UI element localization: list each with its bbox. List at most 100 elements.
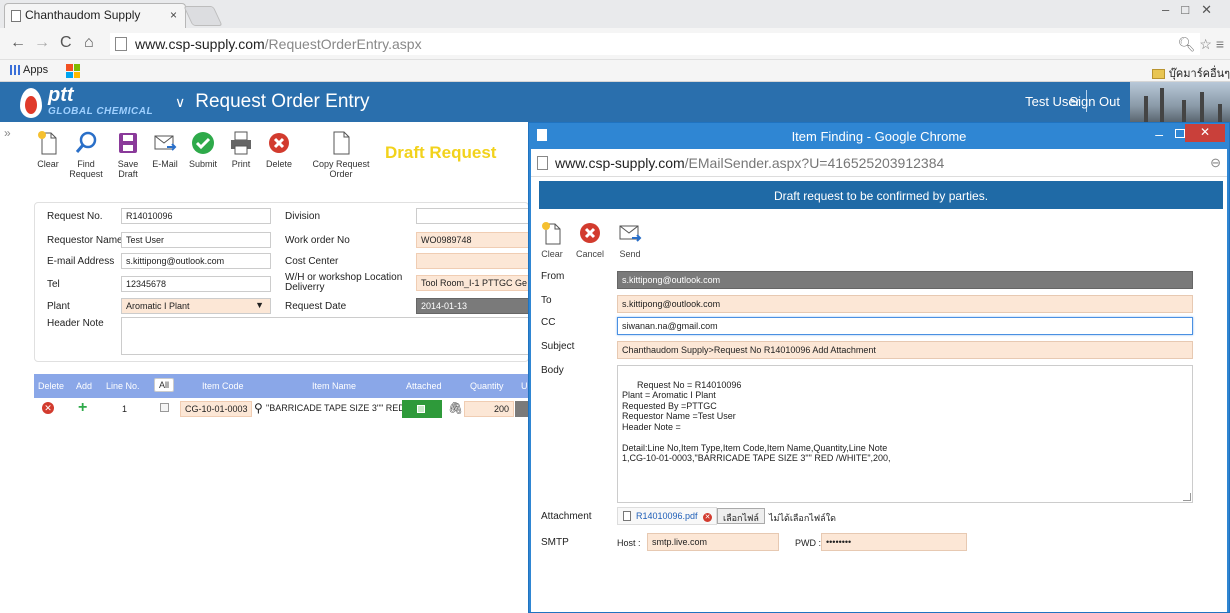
- print-button[interactable]: Print: [226, 130, 256, 169]
- apps-bookmark[interactable]: Apps: [10, 64, 48, 76]
- location-label: W/H or workshop Location Deliverry: [285, 272, 403, 293]
- file-icon: [623, 511, 631, 521]
- requestor-field[interactable]: Test User: [121, 232, 271, 248]
- home-icon[interactable]: ⌂: [84, 34, 94, 52]
- other-bookmarks[interactable]: บุ๊คมาร์คอื่นๆ: [1151, 64, 1230, 82]
- col-delete: Delete: [38, 381, 65, 391]
- cost-center-field[interactable]: [416, 253, 531, 269]
- items-grid-header: Delete Add Line No. All Item Code Item N…: [34, 374, 529, 398]
- plant-label: Plant: [47, 301, 70, 312]
- plant-select[interactable]: Aromatic I Plant ▼: [121, 298, 271, 314]
- add-row-icon[interactable]: +: [78, 399, 87, 417]
- close-icon[interactable]: ✕: [1185, 124, 1225, 142]
- request-date-label: Request Date: [285, 301, 347, 312]
- window-controls[interactable]: –□✕: [1162, 2, 1224, 18]
- popup-clear-button[interactable]: Clear: [537, 221, 567, 259]
- plant-banner-image: [1130, 82, 1230, 122]
- host-label: Host :: [617, 538, 641, 548]
- col-quantity: Quantity: [470, 381, 504, 391]
- work-order-field[interactable]: WO0989748: [416, 232, 531, 248]
- copy-request-order-button[interactable]: Copy Request Order: [306, 130, 376, 179]
- delete-row-icon[interactable]: ✕: [42, 402, 54, 414]
- delete-circle-icon: [267, 130, 291, 156]
- item-code-field[interactable]: CG-10-01-0003: [180, 401, 252, 417]
- page-title[interactable]: ∨ Request Order Entry: [175, 91, 370, 113]
- close-tab-icon[interactable]: ×: [170, 8, 177, 22]
- delete-button[interactable]: Delete: [262, 130, 296, 169]
- page-icon: [11, 10, 21, 22]
- address-bar[interactable]: www.csp-supply.com/RequestOrderEntry.asp…: [110, 33, 1200, 55]
- delete-label: Delete: [265, 159, 292, 169]
- find-request-button[interactable]: Find Request: [66, 130, 106, 179]
- status-label: Draft Request: [385, 143, 497, 162]
- smtp-host-field[interactable]: smtp.live.com: [647, 533, 779, 551]
- header-note-field[interactable]: [121, 317, 531, 355]
- popup-content: Draft request to be confirmed by parties…: [531, 177, 1227, 612]
- back-icon[interactable]: ←: [10, 34, 26, 52]
- folder-icon: [1151, 69, 1165, 80]
- smtp-label: SMTP: [541, 537, 569, 548]
- popup-url-path: /EMailSender.aspx?U=416525203912384: [684, 155, 945, 171]
- browser-tab[interactable]: Chanthaudom Supply ×: [4, 3, 186, 28]
- body-text: Request No = R14010096 Plant = Aromatic …: [622, 379, 891, 464]
- unit-field[interactable]: [515, 401, 529, 417]
- sidebar-toggle-icon[interactable]: »: [4, 126, 11, 140]
- page-icon: [537, 156, 548, 170]
- quantity-field[interactable]: 200: [464, 401, 514, 417]
- dropdown-arrow-icon: ▼: [255, 300, 264, 310]
- tel-field[interactable]: 12345678: [121, 276, 271, 292]
- from-field[interactable]: s.kittipong@outlook.com: [617, 271, 1193, 289]
- attachment-chip[interactable]: R14010096.pdf ✕: [617, 507, 718, 525]
- popup-address-bar[interactable]: www.csp-supply.com/EMailSender.aspx?U=41…: [531, 149, 1227, 177]
- attached-checkbox[interactable]: [417, 405, 425, 413]
- header-note-label: Header Note: [47, 318, 104, 329]
- paperclip-icon[interactable]: 🖇︎: [448, 401, 463, 415]
- zoom-star-menu-icons[interactable]: 🔍︎ ☆ ≡: [1178, 36, 1224, 53]
- print-label: Print: [231, 159, 251, 169]
- from-label: From: [541, 271, 565, 282]
- location-field[interactable]: Tool Room_I-1 PTTGC Ge: [416, 275, 531, 291]
- browser-tabstrip: Chanthaudom Supply × –□✕: [0, 0, 1230, 28]
- request-no-field[interactable]: R14010096: [121, 208, 271, 224]
- search-icon[interactable]: ⚲: [254, 401, 263, 415]
- new-tab-button[interactable]: [183, 6, 223, 26]
- remove-attachment-icon[interactable]: ✕: [703, 513, 713, 522]
- resize-handle-icon[interactable]: [1183, 493, 1191, 501]
- email-field[interactable]: s.kittipong@outlook.com: [121, 253, 271, 269]
- chevron-down-icon[interactable]: ∨: [175, 94, 185, 110]
- attachment-filename[interactable]: R14010096.pdf: [636, 511, 698, 521]
- popup-cancel-button[interactable]: Cancel: [573, 221, 607, 259]
- choose-file-button[interactable]: เลือกไฟล์: [717, 508, 765, 524]
- work-order-label: Work order No: [285, 235, 350, 246]
- reload-icon[interactable]: C: [60, 34, 72, 52]
- copy-document-icon: [329, 130, 353, 156]
- to-field[interactable]: s.kittipong@outlook.com: [617, 295, 1193, 313]
- apps-grid-icon: [10, 65, 20, 76]
- save-draft-button[interactable]: Save Draft: [108, 130, 148, 179]
- new-document-icon: [540, 221, 564, 245]
- app-header: ptt GLOBAL CHEMICAL ∨ Request Order Entry…: [0, 82, 1230, 122]
- subject-field[interactable]: Chanthaudom Supply>Request No R14010096 …: [617, 341, 1193, 359]
- zoom-icon[interactable]: ⊖: [1210, 155, 1221, 171]
- maximize-icon[interactable]: [1175, 129, 1185, 138]
- request-form: Request No. R14010096 Requestor Name Tes…: [34, 202, 531, 362]
- submit-button[interactable]: Submit: [186, 130, 220, 169]
- body-textarea[interactable]: Request No = R14010096 Plant = Aromatic …: [617, 365, 1193, 503]
- request-date-field[interactable]: 2014-01-13: [416, 298, 531, 314]
- sign-out-link[interactable]: Sign Out: [1069, 94, 1120, 109]
- division-field[interactable]: [416, 208, 531, 224]
- forward-icon[interactable]: →: [34, 34, 50, 52]
- email-label: E-mail Address: [47, 256, 115, 267]
- clear-button[interactable]: Clear: [30, 130, 66, 169]
- microsoft-bookmark-icon[interactable]: [66, 64, 80, 78]
- cc-field[interactable]: siwanan.na@gmail.com: [617, 317, 1193, 335]
- minimize-icon[interactable]: –: [1155, 126, 1163, 142]
- popup-send-button[interactable]: Send: [615, 221, 645, 259]
- email-button[interactable]: E-Mail: [148, 130, 182, 169]
- row-checkbox[interactable]: [160, 403, 169, 412]
- no-file-label: ไม่ได้เลือกไฟล์ใด: [769, 513, 836, 523]
- smtp-password-field[interactable]: ••••••••: [821, 533, 967, 551]
- select-all-button[interactable]: All: [154, 378, 175, 392]
- printer-icon: [229, 130, 253, 156]
- cost-center-label: Cost Center: [285, 256, 339, 267]
